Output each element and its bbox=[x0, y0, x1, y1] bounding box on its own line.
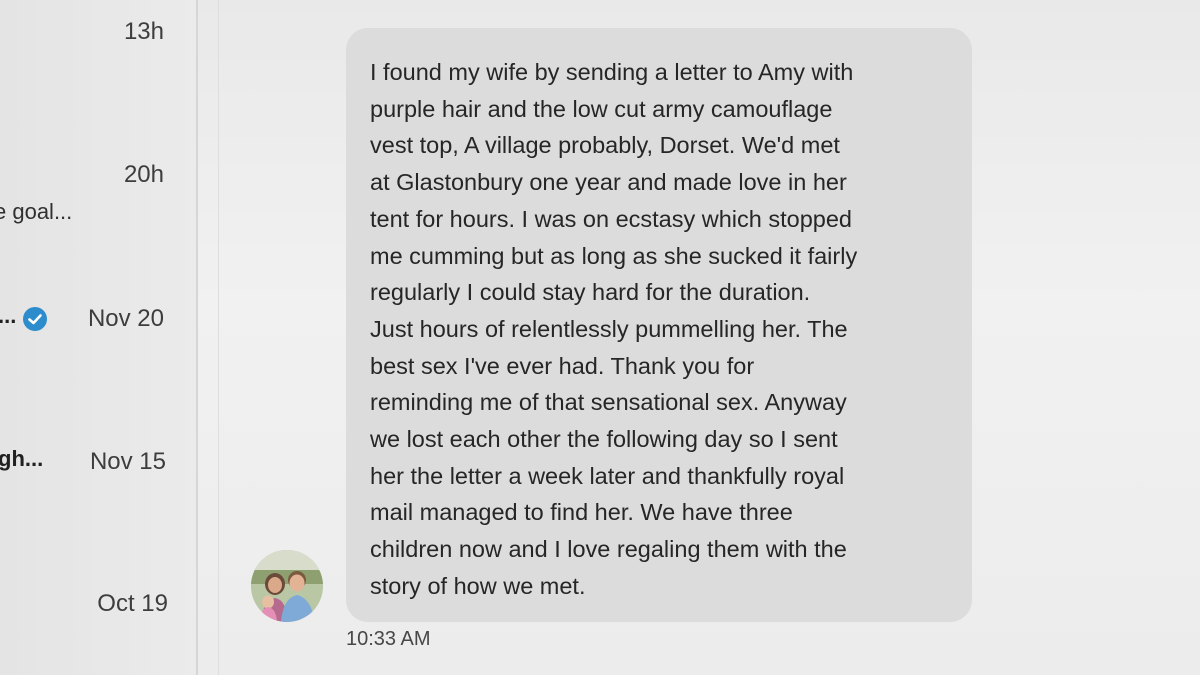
message-bubble: I found my wife by sending a letter to A… bbox=[346, 28, 972, 622]
conversation-preview: gh... bbox=[0, 446, 44, 471]
avatar-photo-icon bbox=[251, 550, 323, 622]
conversation-item[interactable]: 13h bbox=[0, 18, 196, 78]
sender-avatar[interactable] bbox=[251, 550, 323, 622]
message-text: I found my wife by sending a letter to A… bbox=[370, 59, 858, 599]
conversation-time: Nov 15 bbox=[89, 448, 166, 475]
conversation-list: 13h 20h e goal... ... Nov 20 gh... Nov 1… bbox=[0, 0, 196, 675]
conversation-item[interactable]: 20h e goal... bbox=[0, 161, 196, 224]
conversation-preview: e goal... bbox=[0, 199, 73, 224]
conversation-item[interactable]: gh... Nov 15 bbox=[0, 446, 196, 508]
conversation-time: 20h bbox=[123, 161, 164, 188]
conversation-item[interactable]: ... Nov 20 bbox=[0, 303, 196, 365]
conversation-time: Oct 19 bbox=[97, 590, 168, 617]
message-timestamp: 10:33 AM bbox=[346, 628, 431, 650]
conversation-time: 13h bbox=[123, 18, 164, 45]
pane-divider bbox=[196, 0, 198, 675]
conversation-preview: ... bbox=[0, 303, 17, 328]
pane-divider bbox=[218, 0, 219, 675]
verified-badge-icon bbox=[23, 307, 47, 331]
conversation-time: Nov 20 bbox=[87, 305, 164, 332]
conversation-item[interactable]: Oct 19 bbox=[0, 590, 196, 650]
